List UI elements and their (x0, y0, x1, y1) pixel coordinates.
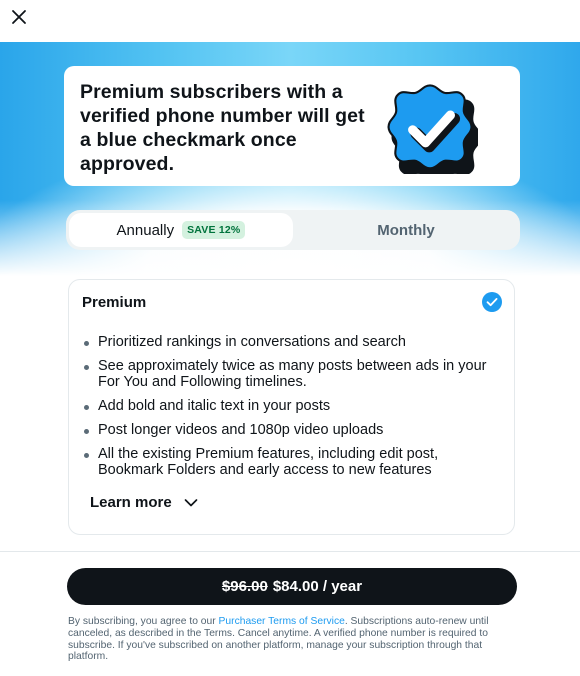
learn-more-label: Learn more (90, 494, 172, 511)
feature-item: Post longer videos and 1080p video uploa… (82, 422, 502, 438)
chevron-down-icon (184, 498, 198, 506)
feature-list: Prioritized rankings in conversations an… (82, 334, 502, 486)
hero-text: Premium subscribers with a verified phon… (80, 81, 365, 175)
disclaimer-prefix: By subscribing, you agree to our (68, 616, 219, 627)
close-button[interactable] (6, 4, 32, 30)
save-badge: SAVE 12% (182, 221, 246, 239)
plan-title: Premium (82, 294, 147, 311)
footer: $96.00 $84.00 / year By subscribing, you… (0, 551, 580, 676)
feature-item: See approximately twice as many posts be… (82, 358, 502, 390)
top-bar (0, 0, 580, 42)
plan-card-premium[interactable]: Premium Prioritized rankings in conversa… (68, 279, 515, 535)
purchaser-terms-link[interactable]: Purchaser Terms of Service (219, 616, 345, 627)
tab-annually-label: Annually (116, 221, 175, 239)
check-circle-icon (482, 292, 502, 312)
old-price: $96.00 (221, 578, 268, 595)
verified-badge-icon (387, 84, 478, 174)
feature-item: Prioritized rankings in conversations an… (82, 334, 502, 350)
tab-annually[interactable]: Annually SAVE 12% (69, 213, 293, 247)
learn-more-button[interactable]: Learn more (90, 494, 198, 511)
feature-item: Add bold and italic text in your posts (82, 398, 502, 414)
price: $84.00 / year (272, 578, 363, 595)
disclaimer: By subscribing, you agree to our Purchas… (68, 616, 512, 663)
billing-toggle: Annually SAVE 12% Monthly (66, 210, 520, 250)
tab-monthly[interactable]: Monthly (295, 213, 517, 247)
feature-item: All the existing Premium features, inclu… (82, 446, 502, 478)
hero-card: Premium subscribers with a verified phon… (64, 66, 520, 186)
close-icon (12, 10, 26, 24)
subscribe-button[interactable]: $96.00 $84.00 / year (67, 568, 517, 605)
